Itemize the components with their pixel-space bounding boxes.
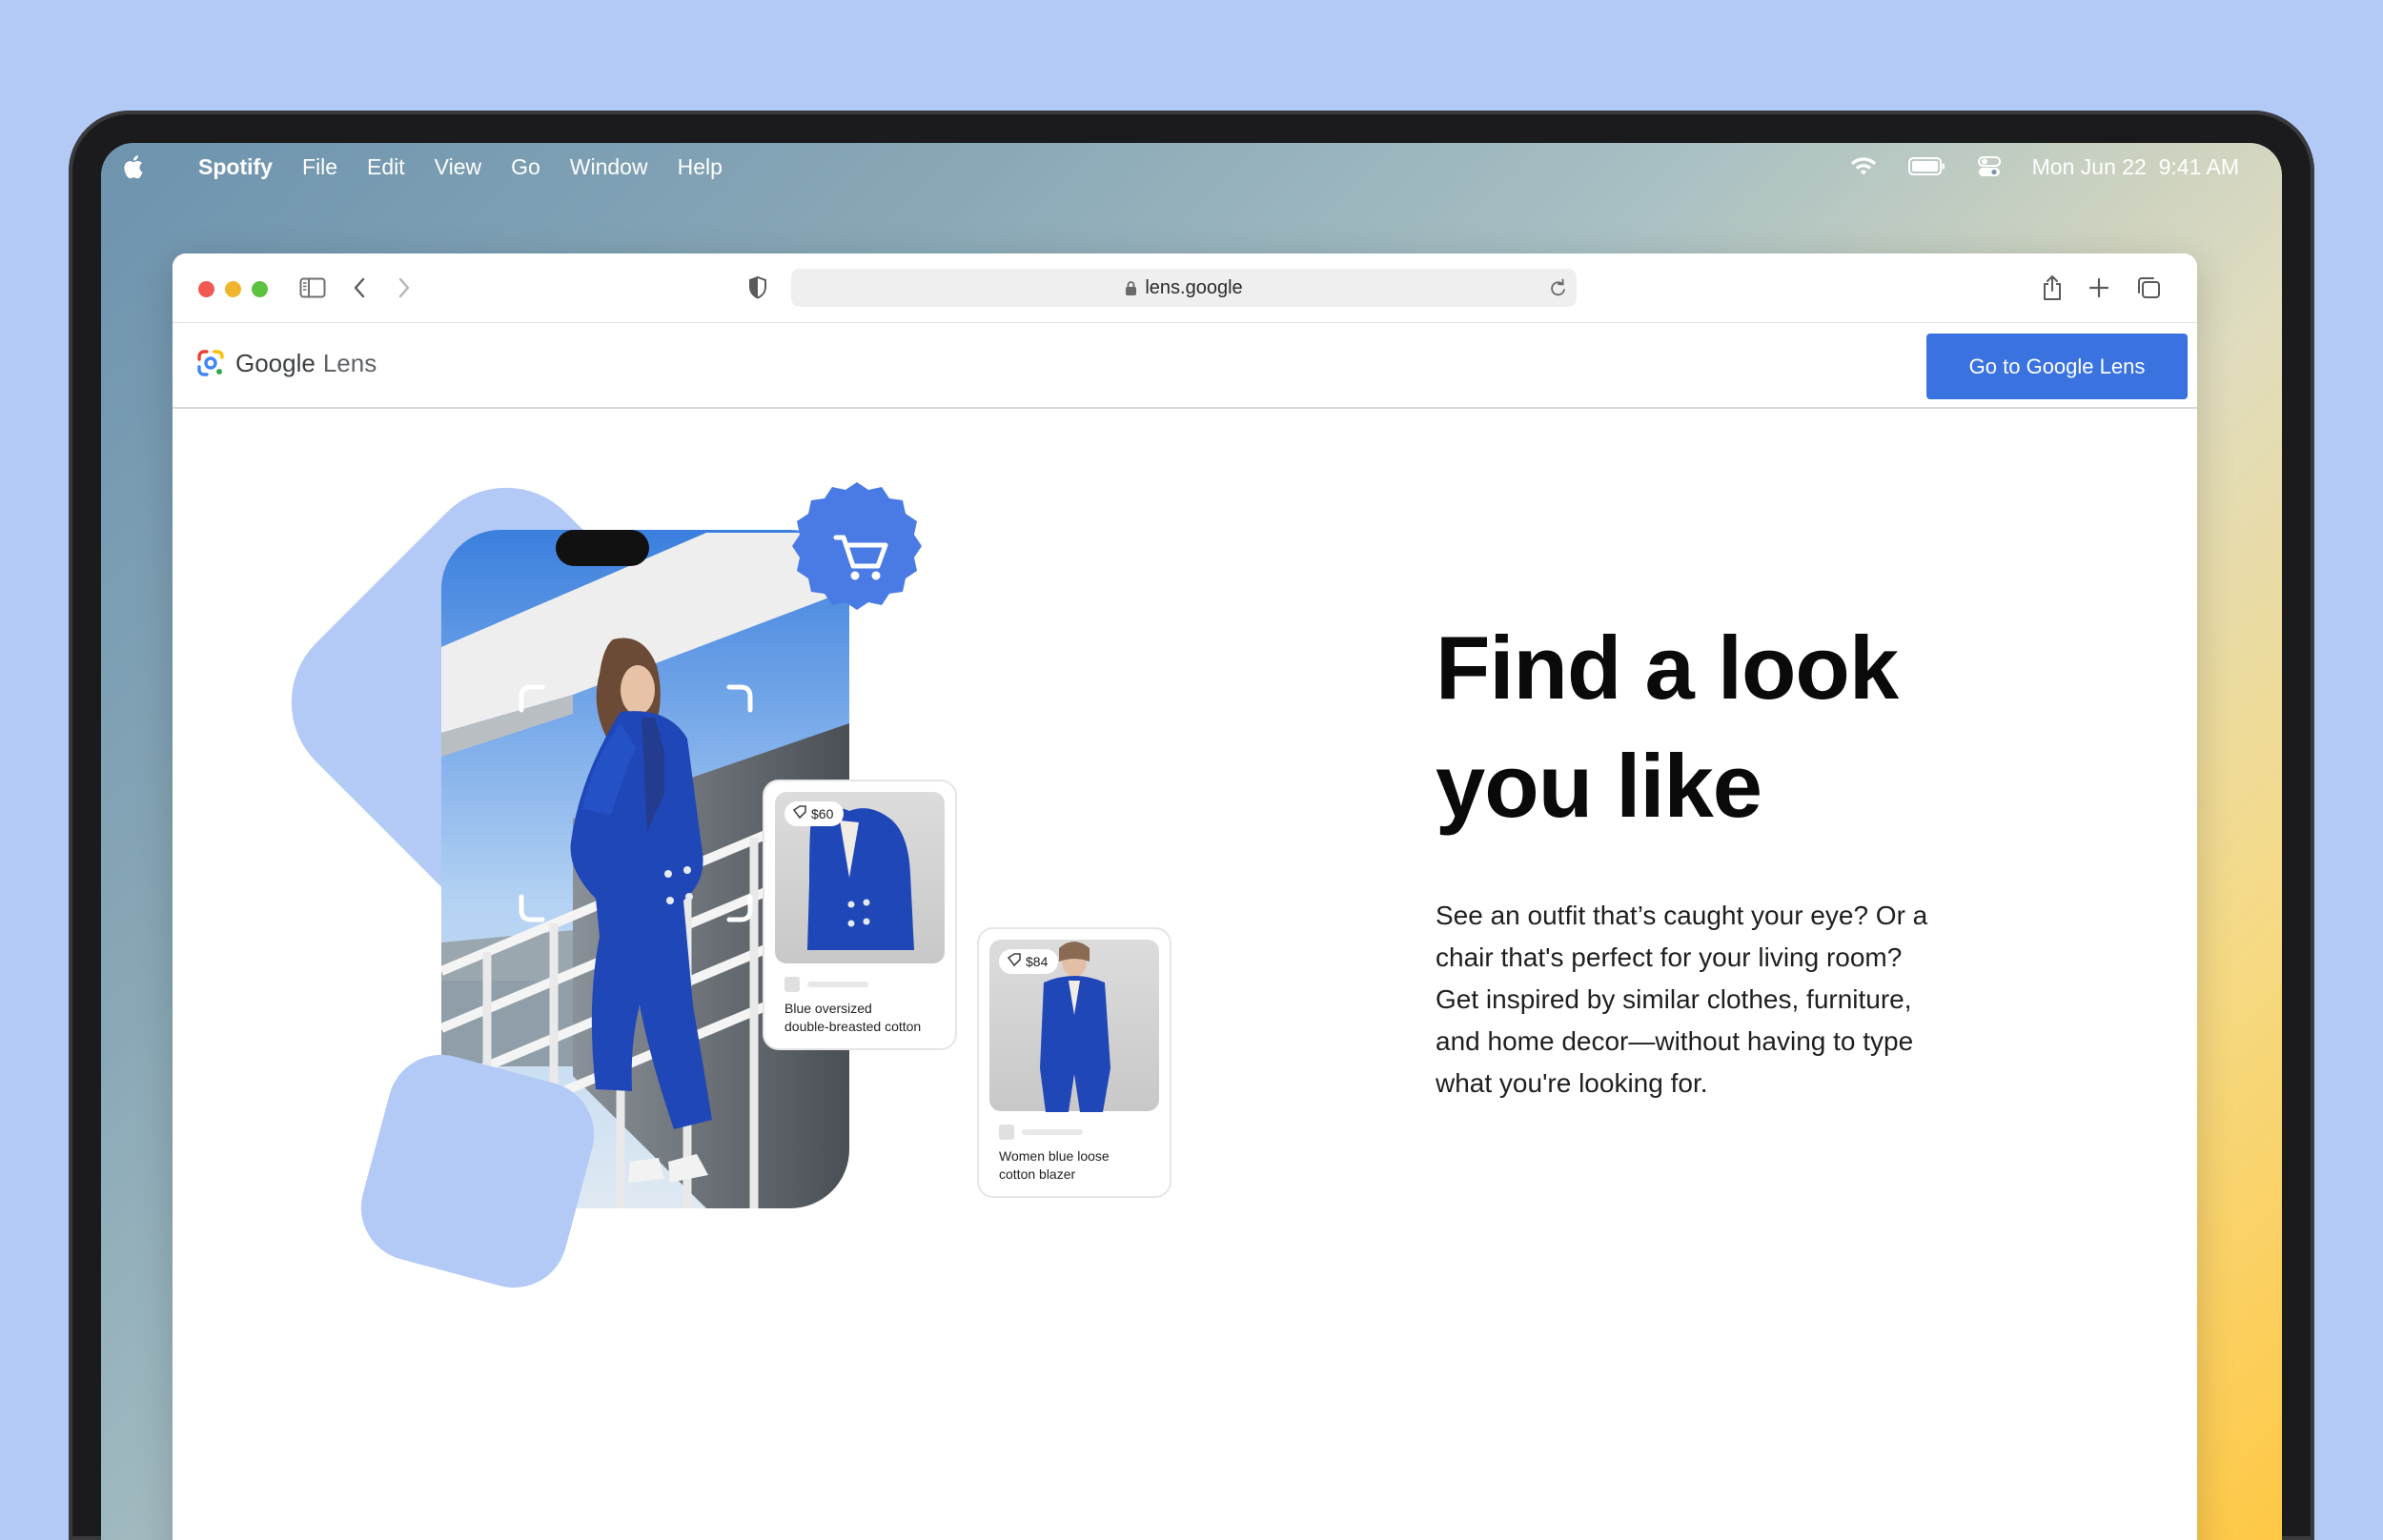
- product-2-price: $84: [1026, 954, 1049, 969]
- wifi-icon[interactable]: [1849, 155, 1878, 178]
- apple-menu-icon[interactable]: [124, 153, 149, 180]
- lens-camera-icon: [197, 350, 224, 376]
- forward-arrow-icon[interactable]: [389, 273, 419, 303]
- minimize-window-button[interactable]: [225, 281, 241, 297]
- logo-google-text: Google: [235, 348, 316, 377]
- safari-window: lens.google Google Lens Go to Google Len…: [173, 253, 2197, 1540]
- close-window-button[interactable]: [198, 281, 214, 297]
- sidebar-toggle-icon[interactable]: [297, 273, 328, 303]
- go-to-google-lens-button[interactable]: Go to Google Lens: [1926, 334, 2188, 399]
- battery-icon[interactable]: [1907, 156, 1946, 177]
- menubar-status-area: Mon Jun 22 9:41 AM: [1819, 143, 2239, 191]
- hero-illustration: $60 Blue oversized double-breasted cotto…: [291, 482, 1171, 1288]
- browser-toolbar: lens.google: [173, 253, 2197, 323]
- url-text: lens.google: [1145, 276, 1243, 298]
- menu-file[interactable]: File: [302, 154, 337, 180]
- control-center-icon[interactable]: [1977, 154, 2002, 179]
- hero-section: $60 Blue oversized double-breasted cotto…: [173, 409, 2197, 1540]
- menu-go[interactable]: Go: [511, 154, 540, 180]
- headline-line-1: Find a look: [1436, 618, 1899, 718]
- product-1-price: $60: [811, 806, 834, 821]
- menu-view[interactable]: View: [435, 154, 481, 180]
- menu-window[interactable]: Window: [570, 154, 648, 180]
- address-bar[interactable]: lens.google: [791, 269, 1577, 307]
- logo-lens-text: Lens: [322, 348, 377, 377]
- hero-description: See an outfit that’s caught your eye? Or…: [1436, 901, 1928, 1098]
- site-header: Google Lens Go to Google Lens: [173, 323, 2197, 409]
- product-1-name-line1: Blue oversized: [784, 1001, 872, 1016]
- zoom-window-button[interactable]: [252, 281, 268, 297]
- product-2-name-line2: cotton blazer: [999, 1166, 1075, 1182]
- headline-line-2: you like: [1436, 736, 1762, 836]
- reload-icon[interactable]: [1548, 276, 1569, 305]
- laptop-frame: Spotify File Edit View Go Window Help Mo…: [69, 111, 2314, 1540]
- tab-overview-icon[interactable]: [2133, 273, 2164, 303]
- menubar-app-name[interactable]: Spotify: [198, 154, 273, 180]
- menubar-clock[interactable]: Mon Jun 22 9:41 AM: [2032, 154, 2239, 180]
- lock-icon: [1125, 280, 1137, 296]
- product-2-name-line1: Women blue loose: [999, 1148, 1110, 1164]
- product-image-jacket: [807, 808, 914, 950]
- shopping-cart-badge: [792, 482, 922, 610]
- back-arrow-icon[interactable]: [344, 273, 375, 303]
- product-1-name-line2: double-breasted cotton: [784, 1019, 921, 1034]
- hero-headline: Find a look you like: [1436, 609, 2103, 845]
- menu-edit[interactable]: Edit: [367, 154, 405, 180]
- desktop-screen: Spotify File Edit View Go Window Help Mo…: [101, 143, 2282, 1540]
- macos-menubar: Spotify File Edit View Go Window Help Mo…: [101, 143, 2282, 191]
- menu-help[interactable]: Help: [678, 154, 723, 180]
- new-tab-plus-icon[interactable]: [2084, 273, 2114, 303]
- privacy-shield-icon[interactable]: [743, 273, 773, 303]
- google-lens-logo[interactable]: Google Lens: [195, 348, 377, 378]
- share-icon[interactable]: [2037, 273, 2067, 303]
